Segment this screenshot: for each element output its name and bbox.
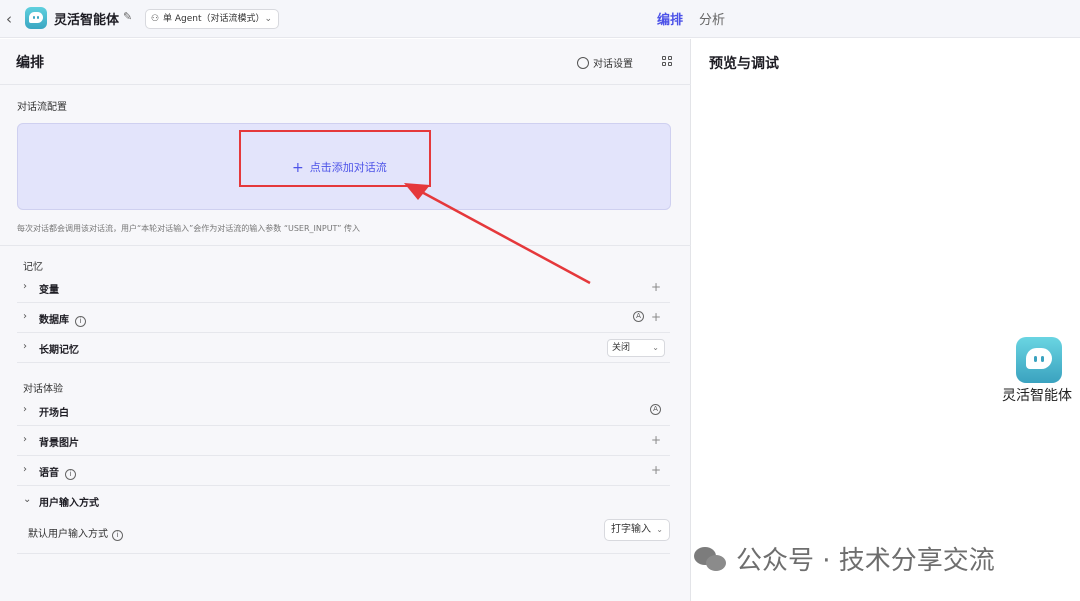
dialog-settings-label: 对话设置: [593, 59, 633, 70]
long-term-memory-label: 长期记忆: [39, 345, 79, 356]
long-term-memory-select[interactable]: 关闭 ⌄: [607, 339, 665, 357]
watermark: 公众号 · 技术分享交流: [694, 540, 995, 577]
layout-grid-icon[interactable]: [662, 56, 672, 66]
database-label-text: 数据库: [39, 315, 69, 326]
variables-label: 变量: [39, 285, 59, 296]
flow-hint-text: 每次对话都会调用该对话流，用户“本轮对话输入”会作为对话流的输入参数 “USER…: [17, 224, 360, 233]
default-input-method-label: 默认用户输入方式 i: [28, 525, 123, 541]
chevron-down-icon: ⌄: [652, 343, 659, 352]
tab-analysis[interactable]: 分析: [699, 9, 725, 28]
watermark-text: 公众号 · 技术分享交流: [736, 546, 995, 576]
editor-header: 编排 对话设置: [0, 39, 691, 85]
annotation-highlight-box: [239, 130, 431, 187]
agent-avatar-icon: [1016, 337, 1062, 383]
chevron-right-icon: ›: [23, 464, 27, 475]
experience-item-opening[interactable]: › 开场白 A: [17, 396, 670, 426]
input-method-select[interactable]: 打字输入 ⌄: [604, 519, 670, 541]
input-method-value: 打字输入: [611, 524, 651, 535]
tab-edit[interactable]: 编排: [657, 9, 683, 28]
info-icon[interactable]: i: [112, 530, 123, 541]
add-icon[interactable]: +: [651, 433, 661, 447]
experience-item-input-method[interactable]: ⌄ 用户输入方式: [17, 486, 670, 516]
add-icon[interactable]: +: [651, 280, 661, 294]
wechat-icon: [694, 545, 728, 573]
settings-icon: [577, 57, 589, 69]
add-icon[interactable]: +: [651, 310, 661, 324]
divider: [0, 245, 691, 246]
agent-name: 灵活智能体: [1002, 388, 1072, 404]
chevron-down-icon: ⌄: [23, 494, 32, 505]
experience-section-label: 对话体验: [23, 384, 63, 395]
app-title: 灵活智能体: [54, 13, 120, 28]
long-term-memory-value: 关闭: [612, 343, 631, 353]
chevron-down-icon: ⌄: [656, 525, 663, 534]
experience-item-background[interactable]: › 背景图片 +: [17, 426, 670, 456]
preview-title: 预览与调试: [709, 56, 779, 72]
back-arrow-icon[interactable]: ‹: [6, 10, 20, 28]
editor-title: 编排: [16, 55, 44, 71]
agent-mode-label: 单 Agent（对话流模式）: [163, 14, 265, 24]
chevron-down-icon: ⌄: [264, 14, 272, 24]
memory-item-database[interactable]: › 数据库 i A +: [17, 303, 670, 333]
opening-label: 开场白: [39, 408, 69, 419]
chevron-right-icon: ›: [23, 281, 27, 292]
memory-item-variables[interactable]: › 变量 +: [17, 273, 670, 303]
chevron-right-icon: ›: [23, 341, 27, 352]
agent-mode-select[interactable]: ⚇ 单 Agent（对话流模式） ⌄: [145, 9, 279, 29]
info-icon[interactable]: i: [65, 469, 76, 480]
database-label: 数据库 i: [39, 311, 86, 327]
voice-label-text: 语音: [39, 468, 59, 479]
auto-icon[interactable]: A: [650, 404, 661, 415]
preview-panel: 预览与调试 灵活智能体: [692, 39, 1080, 601]
edit-pencil-icon[interactable]: ✎: [123, 11, 135, 23]
agent-avatar-icon: [25, 7, 47, 29]
chevron-right-icon: ›: [23, 434, 27, 445]
chevron-right-icon: ›: [23, 404, 27, 415]
flow-mode-icon: ⚇: [151, 14, 160, 24]
chevron-right-icon: ›: [23, 311, 27, 322]
auto-icon[interactable]: A: [633, 311, 644, 322]
info-icon[interactable]: i: [75, 316, 86, 327]
voice-label: 语音 i: [39, 464, 76, 480]
background-image-label: 背景图片: [39, 438, 79, 449]
memory-item-long-term[interactable]: › 长期记忆: [17, 333, 670, 363]
editor-panel: 编排 对话设置 对话流配置 + 点击添加对话流 每次对话都会调用该对话流，用户“本…: [0, 39, 691, 601]
divider: [17, 553, 670, 554]
memory-section-label: 记忆: [23, 262, 43, 273]
dialog-settings-button[interactable]: 对话设置: [577, 55, 633, 70]
input-method-label: 用户输入方式: [39, 498, 99, 509]
default-input-method-text: 默认用户输入方式: [28, 529, 108, 540]
add-icon[interactable]: +: [651, 463, 661, 477]
experience-item-voice[interactable]: › 语音 i +: [17, 456, 670, 486]
flow-config-label: 对话流配置: [17, 102, 67, 113]
top-bar: ‹ 灵活智能体 ✎ ⚇ 单 Agent（对话流模式） ⌄ 编排 分析: [0, 0, 1080, 38]
